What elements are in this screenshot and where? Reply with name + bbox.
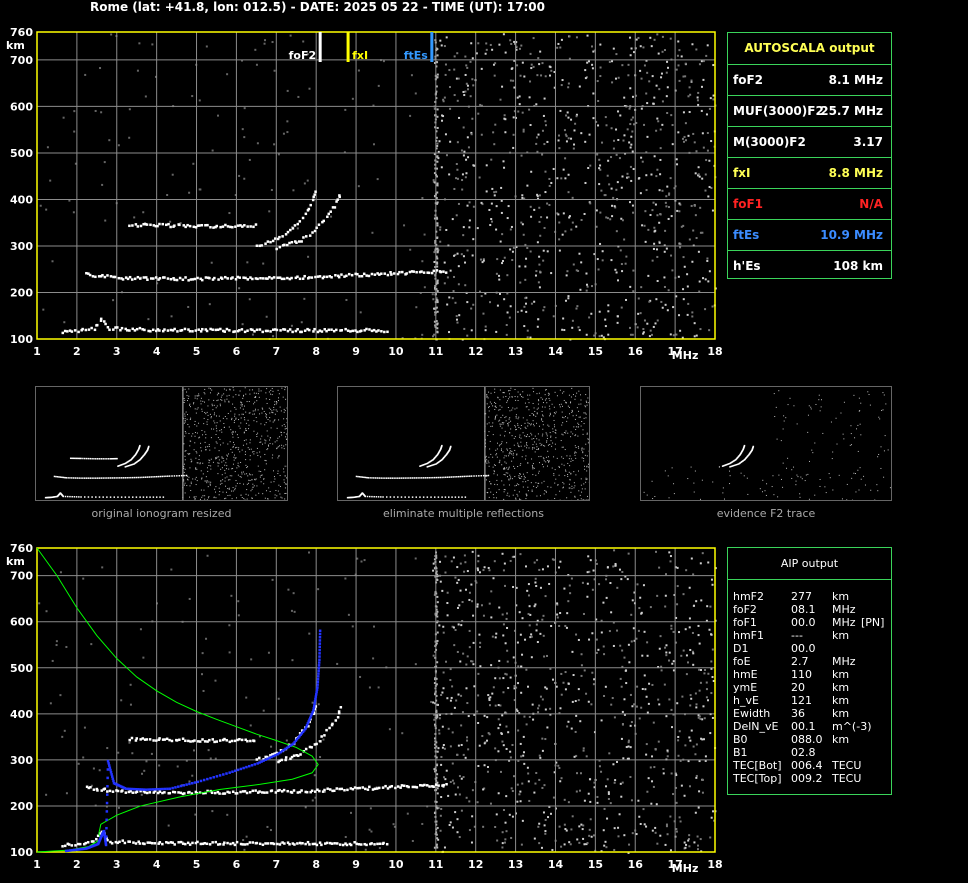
aip-unit: TECU (832, 759, 862, 772)
aip-row-deln-ve: DelN_vE 00.1 m^(-3) (733, 720, 888, 733)
trace-es (61, 830, 389, 848)
x-tick-label: 13 (508, 858, 523, 871)
aip-name: hmF1 (733, 629, 765, 642)
aip-value: 2.7 (791, 655, 809, 668)
aip-value: 006.4 (791, 759, 823, 772)
aip-name: h_vE (733, 694, 759, 707)
y-tick-label: 400 (10, 708, 33, 721)
aip-row-d1: D1 00.0 (733, 642, 888, 655)
aip-value: --- (791, 629, 803, 642)
aip-row-yme: ymE 20 km (733, 681, 888, 694)
aip-unit: MHz (832, 603, 856, 616)
aip-unit: MHz (832, 655, 856, 668)
aip-name: foF1 (733, 616, 757, 629)
noise-dots (38, 549, 717, 854)
aip-row-tec-bot-: TEC[Bot] 006.4 TECU (733, 759, 888, 772)
aip-name: foF2 (733, 603, 757, 616)
aip-row-fof2: foF2 08.1 MHz (733, 603, 888, 616)
aip-row-fof1: foF1 00.0 MHz [PN] (733, 616, 888, 629)
aip-name: TEC[Top] (733, 772, 782, 785)
aip-name: D1 (733, 642, 749, 655)
aip-value: 00.0 (791, 616, 816, 629)
x-tick-label: 11 (428, 858, 443, 871)
aip-row-hme: hmE 110 km (733, 668, 888, 681)
y-tick-label: 700 (10, 570, 33, 583)
x-tick-label: 5 (193, 858, 201, 871)
y-tick-label: 100 (10, 846, 33, 859)
aip-value: 02.8 (791, 746, 816, 759)
y-tick-label: 200 (10, 800, 33, 813)
aip-row-ewidth: Ewidth 36 km (733, 707, 888, 720)
aip-value: 00.0 (791, 642, 816, 655)
x-tick-label: 4 (153, 858, 161, 871)
y-tick-label: 300 (10, 754, 33, 767)
aip-value: 00.1 (791, 720, 816, 733)
aip-row-b1: B1 02.8 (733, 746, 888, 759)
aip-row-b0: B0 088.0 km (733, 733, 888, 746)
x-tick-label: 3 (113, 858, 121, 871)
y-tick-label: 600 (10, 616, 33, 629)
aip-unit: km (832, 707, 850, 720)
aip-title: AIP output (728, 548, 891, 580)
aip-name: foE (733, 655, 751, 668)
aip-unit: km (832, 629, 850, 642)
x-tick-label: 15 (588, 858, 603, 871)
aip-extra: [PN] (861, 616, 885, 629)
aip-value: 110 (791, 668, 812, 681)
x-axis-unit: MHz (672, 862, 699, 875)
aip-unit: m^(-3) (832, 720, 872, 733)
aip-value: 009.2 (791, 772, 823, 785)
aip-value: 088.0 (791, 733, 823, 746)
y-axis-unit: km (6, 555, 25, 568)
x-tick-label: 10 (388, 858, 404, 871)
aip-unit: TECU (832, 772, 862, 785)
x-tick-label: 14 (548, 858, 564, 871)
aip-unit: km (832, 694, 850, 707)
x-tick-label: 18 (707, 858, 722, 871)
aip-unit: km (832, 668, 850, 681)
x-tick-label: 6 (233, 858, 241, 871)
aip-name: hmE (733, 668, 758, 681)
aip-panel: AIP output hmF2 277 km foF2 08.1 MHz foF1 00.0 M… (727, 547, 892, 795)
aip-unit: km (832, 733, 850, 746)
x-tick-label: 9 (352, 858, 360, 871)
aip-row-foe: foE 2.7 MHz (733, 655, 888, 668)
aip-row-hmf2: hmF2 277 km (733, 590, 888, 603)
aip-value: 36 (791, 707, 805, 720)
x-tick-label: 8 (312, 858, 320, 871)
aip-unit: km (832, 681, 850, 694)
aip-row-hmf1: hmF1 --- km (733, 629, 888, 642)
aip-name: DelN_vE (733, 720, 779, 733)
x-tick-label: 12 (468, 858, 483, 871)
aip-unit: MHz (832, 616, 856, 629)
y-tick-label: 500 (10, 662, 33, 675)
aip-name: ymE (733, 681, 758, 694)
aip-name: Ewidth (733, 707, 771, 720)
aip-name: TEC[Bot] (733, 759, 782, 772)
x-tick-label: 7 (272, 858, 280, 871)
aip-value: 121 (791, 694, 812, 707)
aip-row-tec-top-: TEC[Top] 009.2 TECU (733, 772, 888, 785)
aip-value: 08.1 (791, 603, 816, 616)
aip-value: 20 (791, 681, 805, 694)
x-tick-label: 1 (33, 858, 41, 871)
aip-row-h-ve: h_vE 121 km (733, 694, 888, 707)
y-tick-label: 760 (10, 542, 33, 555)
aip-name: B1 (733, 746, 748, 759)
x-tick-label: 16 (628, 858, 644, 871)
aip-name: B0 (733, 733, 748, 746)
x-tick-label: 2 (73, 858, 81, 871)
aip-name: hmF2 (733, 590, 765, 603)
aip-value: 277 (791, 590, 812, 603)
aip-unit: km (832, 590, 850, 603)
